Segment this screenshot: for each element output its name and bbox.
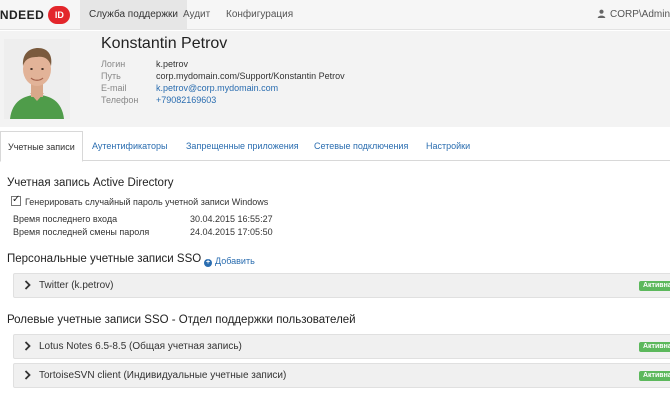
role-account-row-tortoisesvn[interactable]: TortoiseSVN client (Индивидуальные учетн… xyxy=(13,363,670,388)
logo[interactable]: INDEED ID xyxy=(0,5,71,25)
tab-authenticators[interactable]: Аутентификаторы xyxy=(85,131,174,161)
random-password-checkbox[interactable] xyxy=(11,194,21,206)
chevron-right-icon xyxy=(24,370,31,380)
tab-forbidden-apps[interactable]: Запрещенные приложения xyxy=(179,131,306,161)
logo-badge: ID xyxy=(48,6,71,24)
chevron-right-icon xyxy=(24,341,31,351)
login-value: k.petrov xyxy=(156,59,189,69)
ad-section-title: Учетная запись Active Directory xyxy=(7,177,174,189)
plus-circle-icon: + xyxy=(204,259,212,267)
path-value: corp.mydomain.com/Support/Konstantin Pet… xyxy=(156,71,345,81)
top-navbar: INDEED ID Служба поддержки Аудит Конфигу… xyxy=(0,0,670,30)
last-password-change-value: 24.04.2015 17:05:50 xyxy=(190,227,273,237)
last-password-change-label: Время последней смены пароля xyxy=(13,227,150,237)
add-sso-account-label: Добавить xyxy=(215,256,255,266)
logo-text: INDEED xyxy=(0,8,45,22)
content-tabs: Учетные записи Аутентификаторы Запрещенн… xyxy=(0,131,670,162)
tab-settings[interactable]: Настройки xyxy=(419,131,477,161)
user-menu[interactable]: CORP\Admin xyxy=(597,0,670,30)
login-label: Логин xyxy=(101,59,126,69)
sso-account-row[interactable]: Twitter (k.petrov) Активна xyxy=(13,273,670,298)
role-sso-title: Ролевые учетные записи SSO - Отдел подде… xyxy=(7,314,356,326)
random-password-option[interactable]: Генерировать случайный пароль учетной за… xyxy=(11,194,269,208)
status-badge: Активна xyxy=(639,371,670,381)
last-login-value: 30.04.2015 16:55:27 xyxy=(190,214,273,224)
profile-phone-row: Телефон +79082169603 xyxy=(101,94,216,106)
personal-sso-title: Персональные учетные записи SSO xyxy=(7,253,202,265)
profile-path-row: Путь corp.mydomain.com/Support/Konstantin… xyxy=(101,70,345,82)
add-sso-account-link[interactable]: + Добавить xyxy=(204,255,255,267)
user-name: CORP\Admin xyxy=(609,9,670,20)
tab-accounts[interactable]: Учетные записи xyxy=(0,131,83,162)
chevron-right-icon xyxy=(24,280,31,290)
email-label: E-mail xyxy=(101,83,127,93)
path-label: Путь xyxy=(101,71,121,81)
nav-tab-support[interactable]: Служба поддержки xyxy=(80,0,188,30)
user-icon xyxy=(597,9,606,18)
tab-network-connections[interactable]: Сетевые подключения xyxy=(307,131,415,161)
nav-tab-audit[interactable]: Аудит xyxy=(174,0,219,30)
profile-name: Konstantin Petrov xyxy=(101,35,228,52)
random-password-label: Генерировать случайный пароль учетной за… xyxy=(25,197,269,207)
sso-account-label: Twitter (k.petrov) xyxy=(39,280,114,291)
status-badge: Активна xyxy=(639,342,670,352)
role-account-label: Lotus Notes 6.5-8.5 (Общая учетная запис… xyxy=(39,341,242,352)
user-avatar xyxy=(4,39,70,119)
profile-header: Konstantin Petrov Логин k.petrov Путь corp… xyxy=(0,31,670,127)
profile-login-row: Логин k.petrov xyxy=(101,58,188,70)
profile-email-row: E-mail k.petrov@corp.mydomain.com xyxy=(101,82,278,94)
role-account-row-lotus[interactable]: Lotus Notes 6.5-8.5 (Общая учетная запис… xyxy=(13,334,670,359)
email-link[interactable]: k.petrov@corp.mydomain.com xyxy=(156,83,278,93)
phone-link[interactable]: +79082169603 xyxy=(156,95,216,105)
last-login-label: Время последнего входа xyxy=(13,214,118,224)
nav-tab-configuration[interactable]: Конфигурация xyxy=(217,0,302,30)
role-account-label: TortoiseSVN client (Индивидуальные учетн… xyxy=(39,370,287,381)
phone-label: Телефон xyxy=(101,95,139,105)
status-badge: Активна xyxy=(639,281,670,291)
